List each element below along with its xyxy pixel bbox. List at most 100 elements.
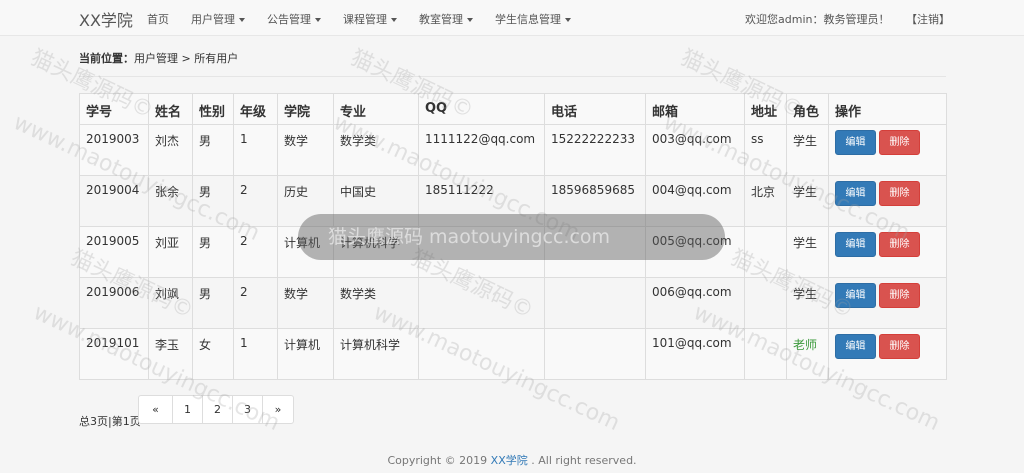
cell-actions: 编辑 删除: [828, 175, 947, 227]
nav-student-info-management[interactable]: 学生信息管理: [495, 11, 571, 27]
cell-gender: 男: [192, 175, 234, 227]
edit-button[interactable]: 编辑: [835, 232, 876, 257]
nav-user-management-label: 用户管理: [191, 13, 235, 26]
nav-home[interactable]: 首页: [147, 11, 169, 27]
footer: Copyright © 2019 XX学院 . All right reserv…: [0, 452, 1024, 468]
cell-address: [744, 226, 787, 278]
cell-student-id: 2019003: [79, 124, 149, 176]
delete-button[interactable]: 删除: [879, 130, 920, 155]
breadcrumb: 当前位置：用户管理 > 所有用户: [79, 50, 238, 66]
cell-role: 学生: [786, 175, 829, 227]
cell-email: 003@qq.com: [645, 124, 745, 176]
cell-student-id: 2019101: [79, 328, 149, 380]
cell-role: 老师: [786, 328, 829, 380]
cell-gender: 男: [192, 226, 234, 278]
cell-major: 数学类: [333, 124, 419, 176]
column-header: 学院: [277, 93, 334, 125]
cell-address: [744, 328, 787, 380]
cell-name: 李玉: [148, 328, 193, 380]
cell-gender: 男: [192, 124, 234, 176]
cell-gender: 女: [192, 328, 234, 380]
cell-phone: [544, 328, 646, 380]
column-header: 学号: [79, 93, 149, 125]
pagination-page-2[interactable]: 2: [202, 395, 233, 424]
cell-role: 学生: [786, 277, 829, 329]
caret-down-icon: [391, 18, 397, 22]
column-header: 地址: [744, 93, 787, 125]
column-header: 角色: [786, 93, 829, 125]
cell-student-id: 2019006: [79, 277, 149, 329]
cell-qq: 1111122@qq.com: [418, 124, 545, 176]
welcome-text: 欢迎您admin：教务管理员！: [745, 13, 890, 26]
cell-grade: 1: [233, 124, 278, 176]
divider: [79, 76, 946, 77]
footer-rights: . All right reserved.: [527, 454, 637, 467]
column-header: 年级: [233, 93, 278, 125]
footer-copyright: Copyright © 2019: [387, 454, 491, 467]
cell-role: 学生: [786, 226, 829, 278]
nav-classroom-management[interactable]: 教室管理: [419, 11, 473, 27]
caret-down-icon: [315, 18, 321, 22]
nav-home-label: 首页: [147, 13, 169, 26]
cell-email: 101@qq.com: [645, 328, 745, 380]
cell-major: 计算机科学: [333, 328, 419, 380]
cell-grade: 1: [233, 328, 278, 380]
pagination-next[interactable]: »: [262, 395, 294, 424]
cell-role: 学生: [786, 124, 829, 176]
footer-school-link[interactable]: XX学院: [491, 454, 528, 467]
cell-actions: 编辑 删除: [828, 277, 947, 329]
column-header: QQ: [418, 93, 545, 125]
cell-college: 计算机: [277, 328, 334, 380]
column-header: 专业: [333, 93, 419, 125]
cell-grade: 2: [233, 226, 278, 278]
pagination-prev[interactable]: «: [138, 395, 173, 424]
table-row: 2019006 刘飒 男 2 数学 数学类 006@qq.com 学生 编辑 删除: [79, 277, 947, 329]
cell-address: [744, 277, 787, 329]
cell-major: 数学类: [333, 277, 419, 329]
pagination-page-3[interactable]: 3: [232, 395, 263, 424]
nav-course-management[interactable]: 课程管理: [343, 11, 397, 27]
edit-button[interactable]: 编辑: [835, 334, 876, 359]
nav-student-info-management-label: 学生信息管理: [495, 13, 561, 26]
cell-college: 数学: [277, 277, 334, 329]
cell-student-id: 2019004: [79, 175, 149, 227]
cell-phone: [544, 277, 646, 329]
edit-button[interactable]: 编辑: [835, 130, 876, 155]
breadcrumb-path: 用户管理 > 所有用户: [134, 52, 239, 65]
caret-down-icon: [565, 18, 571, 22]
cell-name: 刘杰: [148, 124, 193, 176]
edit-button[interactable]: 编辑: [835, 181, 876, 206]
cell-college: 数学: [277, 124, 334, 176]
column-header: 姓名: [148, 93, 193, 125]
table-row: 2019003 刘杰 男 1 数学 数学类 1111122@qq.com 152…: [79, 124, 947, 176]
nav-notice-management[interactable]: 公告管理: [267, 11, 321, 27]
column-header: 性别: [192, 93, 234, 125]
column-header: 电话: [544, 93, 646, 125]
cell-actions: 编辑 删除: [828, 124, 947, 176]
pagination: « 1 2 3 »: [138, 395, 294, 424]
nav-user-management[interactable]: 用户管理: [191, 11, 245, 27]
page-info: 总3页|第1页: [79, 415, 141, 428]
cell-grade: 2: [233, 277, 278, 329]
delete-button[interactable]: 删除: [879, 181, 920, 206]
table-header-row: 学号 姓名 性别 年级 学院 专业 QQ 电话 邮箱 地址 角色 操作: [79, 93, 947, 125]
caret-down-icon: [239, 18, 245, 22]
cell-address: 北京: [744, 175, 787, 227]
delete-button[interactable]: 删除: [879, 283, 920, 308]
column-header: 操作: [828, 93, 947, 125]
cell-qq: [418, 277, 545, 329]
edit-button[interactable]: 编辑: [835, 283, 876, 308]
cell-name: 张余: [148, 175, 193, 227]
nav-notice-management-label: 公告管理: [267, 13, 311, 26]
delete-button[interactable]: 删除: [879, 334, 920, 359]
logout-link[interactable]: 【注销】: [906, 11, 950, 27]
delete-button[interactable]: 删除: [879, 232, 920, 257]
cell-gender: 男: [192, 277, 234, 329]
cell-actions: 编辑 删除: [828, 226, 947, 278]
caret-down-icon: [467, 18, 473, 22]
column-header: 邮箱: [645, 93, 745, 125]
breadcrumb-prefix: 当前位置：: [79, 52, 134, 65]
pagination-page-1[interactable]: 1: [172, 395, 203, 424]
brand-logo[interactable]: XX学院: [79, 7, 133, 31]
cell-phone: 15222222233: [544, 124, 646, 176]
